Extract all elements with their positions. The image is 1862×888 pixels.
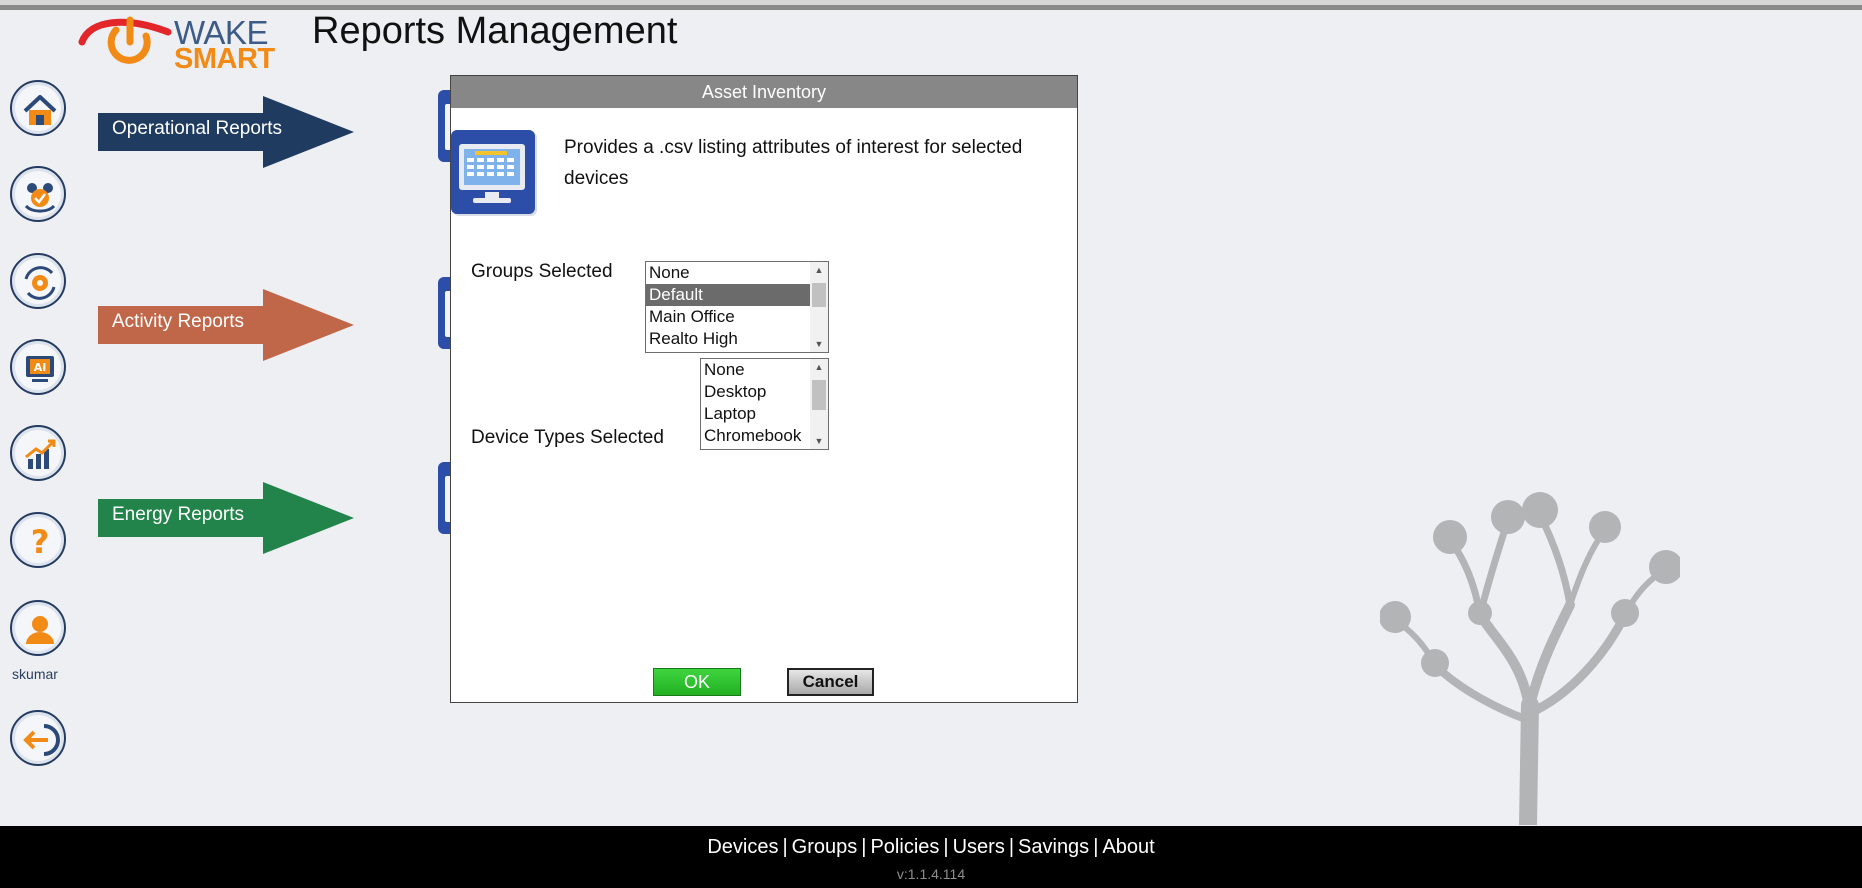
footer-separator: | bbox=[1008, 836, 1015, 858]
device-type-option[interactable]: Chromebook bbox=[701, 425, 828, 447]
home-button[interactable] bbox=[10, 80, 66, 136]
activity-reports-arrow[interactable]: Activity Reports bbox=[98, 289, 354, 361]
version-label: v:1.1.4.114 bbox=[896, 866, 966, 882]
footer-separator: | bbox=[861, 836, 867, 858]
policies-icon bbox=[24, 266, 56, 300]
energy-reports-arrow[interactable]: Energy Reports bbox=[98, 482, 354, 554]
footer: Devices | Groups | Policies | Users | Savings | Ab… bbox=[0, 826, 1862, 888]
energy-reports-label: Energy Reports bbox=[112, 504, 245, 525]
device-type-option[interactable]: Desktop bbox=[701, 381, 828, 403]
logout-icon bbox=[23, 724, 60, 756]
footer-separator: | bbox=[782, 836, 788, 858]
device-type-option[interactable]: None bbox=[701, 359, 828, 381]
policies-button[interactable] bbox=[10, 253, 66, 309]
wakesmart-logo[interactable]: WAKE SMART bbox=[76, 12, 276, 75]
device-types-scrollbar[interactable]: ▲ ▼ bbox=[810, 359, 828, 449]
groups-scrollbar[interactable]: ▲ ▼ bbox=[810, 262, 828, 352]
activity-reports-label: Activity Reports bbox=[112, 311, 244, 332]
scroll-up-icon[interactable]: ▲ bbox=[810, 359, 828, 375]
ai-monitor-icon: AI bbox=[26, 356, 54, 382]
footer-separator: | bbox=[1093, 836, 1099, 858]
footer-separator: | bbox=[943, 836, 949, 858]
help-icon: ? bbox=[31, 523, 50, 561]
footer-link-savings[interactable]: Savings bbox=[1018, 836, 1089, 858]
monitor-report-icon bbox=[451, 130, 537, 216]
groups-option[interactable]: None bbox=[646, 262, 828, 284]
groups-button[interactable] bbox=[10, 166, 66, 222]
scroll-thumb[interactable] bbox=[812, 380, 826, 410]
svg-text:AI: AI bbox=[34, 361, 47, 374]
footer-nav: Devices | Groups | Policies | Users | Savings | Ab… bbox=[0, 836, 1862, 859]
logo-smart-text: SMART bbox=[174, 43, 275, 75]
ok-button[interactable]: OK bbox=[653, 668, 741, 696]
home-icon bbox=[23, 95, 57, 125]
logout-button[interactable] bbox=[10, 710, 66, 766]
scroll-thumb[interactable] bbox=[812, 283, 826, 307]
groups-option[interactable]: Realto High bbox=[646, 328, 828, 350]
footer-link-about[interactable]: About bbox=[1102, 836, 1154, 858]
dialog-description: Provides a .csv listing attributes of in… bbox=[564, 137, 1023, 189]
device-types-listbox[interactable]: None Desktop Laptop Chromebook ▲ ▼ bbox=[700, 358, 829, 450]
scroll-down-icon[interactable]: ▼ bbox=[810, 336, 828, 352]
groups-selected-label: Groups Selected bbox=[471, 261, 613, 282]
power-logo-icon bbox=[78, 16, 172, 64]
groups-icon bbox=[24, 183, 56, 213]
svg-text:?: ? bbox=[31, 523, 50, 561]
groups-option-selected[interactable]: Default bbox=[646, 284, 828, 306]
asset-inventory-dialog: Asset Inventory Provides a .csv listing … bbox=[450, 75, 1078, 703]
dialog-title: Asset Inventory bbox=[451, 76, 1077, 108]
operational-reports-label: Operational Reports bbox=[112, 118, 283, 139]
user-icon bbox=[26, 616, 54, 644]
joshua-tree-decoration bbox=[1380, 492, 1680, 825]
username-label: skumar bbox=[12, 666, 58, 682]
scroll-up-icon[interactable]: ▲ bbox=[810, 262, 828, 278]
footer-link-policies[interactable]: Policies bbox=[870, 836, 939, 858]
top-border bbox=[0, 0, 1862, 10]
savings-button[interactable] bbox=[10, 425, 66, 481]
device-type-option[interactable]: Laptop bbox=[701, 403, 828, 425]
device-types-selected-label: Device Types Selected bbox=[471, 427, 664, 448]
user-button[interactable] bbox=[10, 600, 66, 656]
operational-reports-arrow[interactable]: Operational Reports bbox=[98, 96, 354, 168]
page-title: Reports Management bbox=[312, 10, 678, 52]
scroll-down-icon[interactable]: ▼ bbox=[810, 433, 828, 449]
groups-listbox[interactable]: None Default Main Office Realto High ▲ ▼ bbox=[645, 261, 829, 353]
groups-option[interactable]: Main Office bbox=[646, 306, 828, 328]
ai-monitor-button[interactable]: AI bbox=[10, 339, 66, 395]
footer-link-groups[interactable]: Groups bbox=[792, 836, 858, 858]
cancel-button[interactable]: Cancel bbox=[787, 668, 874, 696]
footer-link-devices[interactable]: Devices bbox=[707, 836, 778, 858]
help-button[interactable]: ? bbox=[10, 512, 66, 568]
savings-chart-icon bbox=[25, 439, 56, 469]
footer-link-users[interactable]: Users bbox=[953, 836, 1005, 858]
